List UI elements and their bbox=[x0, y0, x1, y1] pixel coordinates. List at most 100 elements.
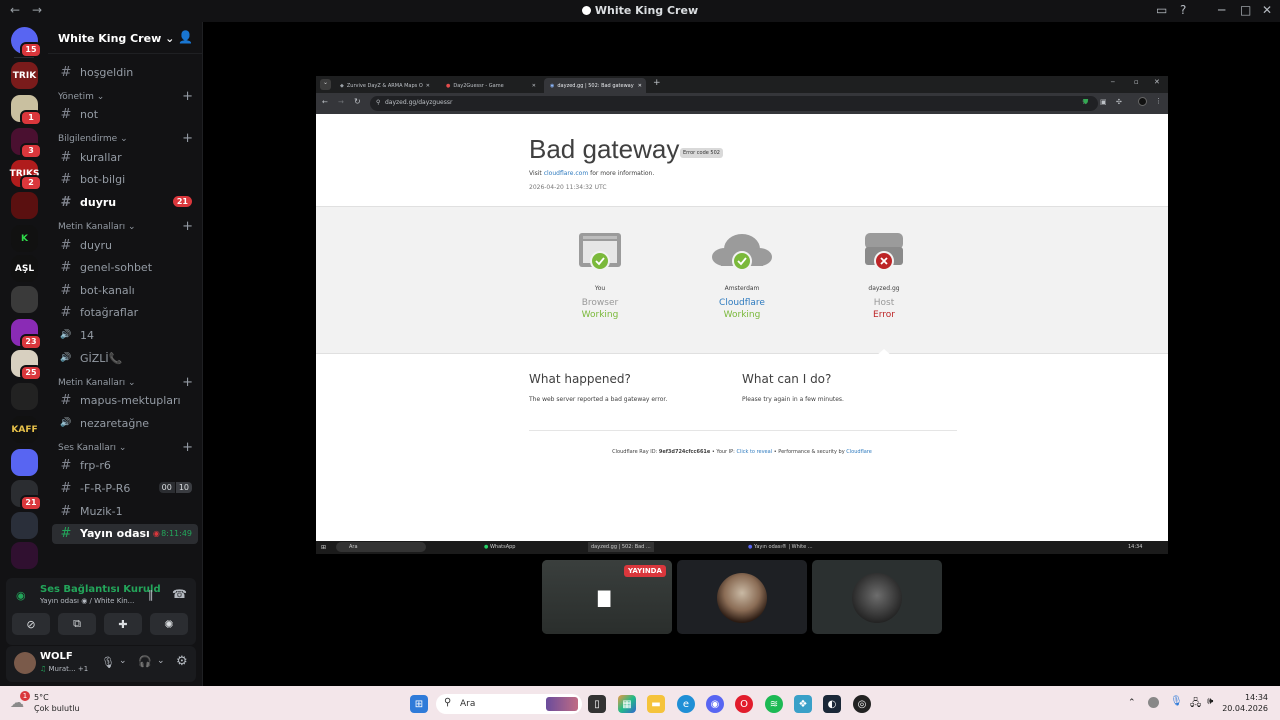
add-channel-icon[interactable]: + bbox=[182, 375, 193, 390]
tray-microphone-icon[interactable]: 🎙 bbox=[1170, 696, 1183, 707]
chevron-down-icon[interactable]: ⌄ bbox=[119, 656, 127, 666]
server-name[interactable]: White King Crew ⌄ bbox=[58, 32, 174, 45]
browser-tab[interactable]: ● Day2Guessr - Game ✕ bbox=[440, 78, 540, 93]
server-icon[interactable] bbox=[11, 192, 38, 219]
extensions-puzzle-icon[interactable]: ✣ bbox=[1116, 98, 1122, 106]
spotify-app-icon[interactable]: ≋ bbox=[765, 695, 783, 713]
file-explorer-icon[interactable]: ▬ bbox=[647, 695, 665, 713]
channel-item[interactable]: 🔊 GİZLİ📞 bbox=[52, 348, 198, 368]
screen-share-button[interactable]: ⧉ bbox=[58, 613, 96, 635]
url-text[interactable]: dayzed.gg/dayzguessr bbox=[385, 99, 452, 106]
soundboard-button[interactable]: ✺ bbox=[150, 613, 188, 635]
steam-app-icon[interactable]: ◐ bbox=[823, 695, 841, 713]
back-arrow-icon[interactable]: ← bbox=[322, 98, 328, 106]
category-header[interactable]: Metin Kanalları ⌄ + bbox=[58, 219, 193, 234]
add-channel-icon[interactable]: + bbox=[182, 131, 193, 146]
category-header[interactable]: Metin Kanalları ⌄ + bbox=[58, 375, 193, 390]
chrome-app-icon[interactable]: ◎ bbox=[853, 695, 871, 713]
category-header[interactable]: Ses Kanalları ⌄ + bbox=[58, 440, 193, 455]
cloudflare-footer-link[interactable]: Cloudflare bbox=[846, 449, 872, 455]
channel-item[interactable]: # kurallar bbox=[52, 147, 198, 167]
tray-chevron-up-icon[interactable]: ⌃ bbox=[1128, 698, 1136, 708]
channel-item[interactable]: # duyru bbox=[52, 235, 198, 255]
tab-close-icon[interactable]: ✕ bbox=[532, 83, 536, 89]
channel-item[interactable]: # Muzik-1 bbox=[52, 501, 198, 521]
tab-close-icon[interactable]: ✕ bbox=[426, 83, 430, 89]
server-icon[interactable] bbox=[11, 286, 38, 313]
category-header[interactable]: Yönetim ⌄ + bbox=[58, 89, 193, 104]
server-icon[interactable]: 21 bbox=[11, 480, 42, 511]
tab-close-icon[interactable]: ✕ bbox=[638, 83, 642, 89]
avatar[interactable] bbox=[14, 652, 36, 674]
headphones-icon[interactable]: 🎧 bbox=[138, 655, 152, 668]
start-windows-icon[interactable]: ⊞ bbox=[410, 695, 428, 713]
username[interactable]: WOLF bbox=[40, 651, 73, 662]
taskbar-search[interactable]: ⚲ Ara bbox=[436, 694, 582, 714]
server-icon[interactable]: 23 bbox=[11, 319, 42, 350]
site-info-icon[interactable]: ⚲ bbox=[376, 99, 380, 106]
disconnect-icon[interactable]: ☎ bbox=[172, 587, 187, 601]
server-icon[interactable]: TRIKS 2 bbox=[10, 160, 42, 191]
channel-item[interactable]: # duyru 21 bbox=[52, 192, 198, 212]
microphone-icon[interactable]: 🎙 bbox=[101, 656, 115, 669]
server-icon[interactable]: 15 bbox=[11, 27, 42, 58]
camera-off-button[interactable]: ⊘ bbox=[12, 613, 50, 635]
channel-item[interactable]: 🔊 14 bbox=[52, 325, 198, 345]
server-icon[interactable]: K bbox=[11, 225, 38, 252]
shared-screen-browser[interactable]: ⌄ ◆ Zurvive DayZ & ARMA Maps O ✕ ● Day2Gues… bbox=[316, 76, 1168, 554]
tab-search-icon[interactable]: ⌄ bbox=[320, 79, 331, 90]
maximize-icon[interactable]: ▫ bbox=[1134, 78, 1139, 86]
close-icon[interactable]: ✕ bbox=[1154, 78, 1160, 86]
chevron-down-icon[interactable]: ⌄ bbox=[157, 656, 165, 666]
edge-browser-icon[interactable]: e bbox=[677, 695, 695, 713]
add-channel-icon[interactable]: + bbox=[182, 89, 193, 104]
channel-item[interactable]: # hoşgeldin bbox=[52, 62, 198, 82]
server-icon[interactable] bbox=[11, 542, 38, 569]
forward-arrow-icon[interactable]: → bbox=[338, 98, 344, 106]
new-tab-icon[interactable]: + bbox=[653, 78, 661, 88]
address-bar[interactable]: ⚲ dayzed.gg/dayzguessr ☆ bbox=[370, 96, 1098, 111]
server-icon[interactable]: 1 bbox=[11, 95, 42, 126]
channel-item[interactable]: # Yayın odası ◉ 8:11:49 bbox=[52, 523, 198, 544]
server-icon[interactable]: KAFF bbox=[11, 416, 38, 443]
task-view-icon[interactable]: ▯ bbox=[588, 695, 606, 713]
channel-item[interactable]: # fotağraflar bbox=[52, 303, 198, 323]
stream-tile-user[interactable] bbox=[677, 560, 807, 634]
server-icon[interactable]: 25 bbox=[11, 350, 42, 381]
channel-item[interactable]: # frp-r6 bbox=[52, 456, 198, 476]
noise-suppression-icon[interactable]: ‖ bbox=[148, 588, 154, 601]
server-header[interactable]: White King Crew ⌄ 👤 bbox=[48, 22, 203, 54]
channel-item[interactable]: # mapus-mektupları bbox=[52, 391, 198, 411]
reveal-ip-link[interactable]: Click to reveal bbox=[736, 449, 772, 455]
menu-dots-icon[interactable]: ⋮ bbox=[1155, 97, 1162, 105]
channel-item[interactable]: # genel-sohbet bbox=[52, 258, 198, 278]
opera-browser-icon[interactable]: O bbox=[735, 695, 753, 713]
browser-tab[interactable]: ◆ Zurvive DayZ & ARMA Maps O ✕ bbox=[334, 78, 434, 93]
clock-date[interactable]: 20.04.2026 bbox=[1222, 704, 1268, 713]
tray-app-icon[interactable] bbox=[1148, 697, 1159, 708]
category-header[interactable]: Bilgilendirme ⌄ + bbox=[58, 131, 193, 146]
server-icon[interactable] bbox=[11, 383, 38, 410]
server-icon[interactable]: AŞL bbox=[11, 255, 38, 282]
server-icon[interactable] bbox=[11, 449, 38, 476]
maximize-icon[interactable]: □ bbox=[1240, 3, 1251, 17]
tray-network-icon[interactable]: 🖧 bbox=[1190, 696, 1201, 713]
channel-item[interactable]: # -F-R-P-R6 00 10 bbox=[52, 478, 198, 498]
activities-button[interactable]: ✚ bbox=[104, 613, 142, 635]
settings-gear-icon[interactable]: ⚙ bbox=[176, 654, 188, 669]
cloudflare-link[interactable]: cloudflare.com bbox=[544, 170, 588, 177]
tray-volume-icon[interactable]: 🕪 bbox=[1207, 696, 1213, 707]
add-member-icon[interactable]: 👤 bbox=[178, 30, 193, 44]
channel-item[interactable]: # bot-kanalı bbox=[52, 280, 198, 300]
extension-shield-icon[interactable]: ⛊ bbox=[1083, 98, 1088, 107]
discord-app-icon[interactable]: ◉ bbox=[706, 695, 724, 713]
widgets-app-icon[interactable]: ▦ bbox=[618, 695, 636, 713]
channel-item[interactable]: # not bbox=[52, 105, 198, 125]
reload-icon[interactable]: ↻ bbox=[354, 97, 361, 106]
add-channel-icon[interactable]: + bbox=[182, 219, 193, 234]
voice-status[interactable]: Ses Bağlantısı Kuruld bbox=[40, 584, 161, 595]
server-icon[interactable]: TRIK bbox=[11, 62, 38, 89]
channel-item[interactable]: 🔊 nezaretağne bbox=[52, 413, 198, 433]
stream-tile-screen[interactable]: YAYINDA ▇ bbox=[542, 560, 672, 634]
minimize-icon[interactable]: ─ bbox=[1218, 3, 1225, 17]
